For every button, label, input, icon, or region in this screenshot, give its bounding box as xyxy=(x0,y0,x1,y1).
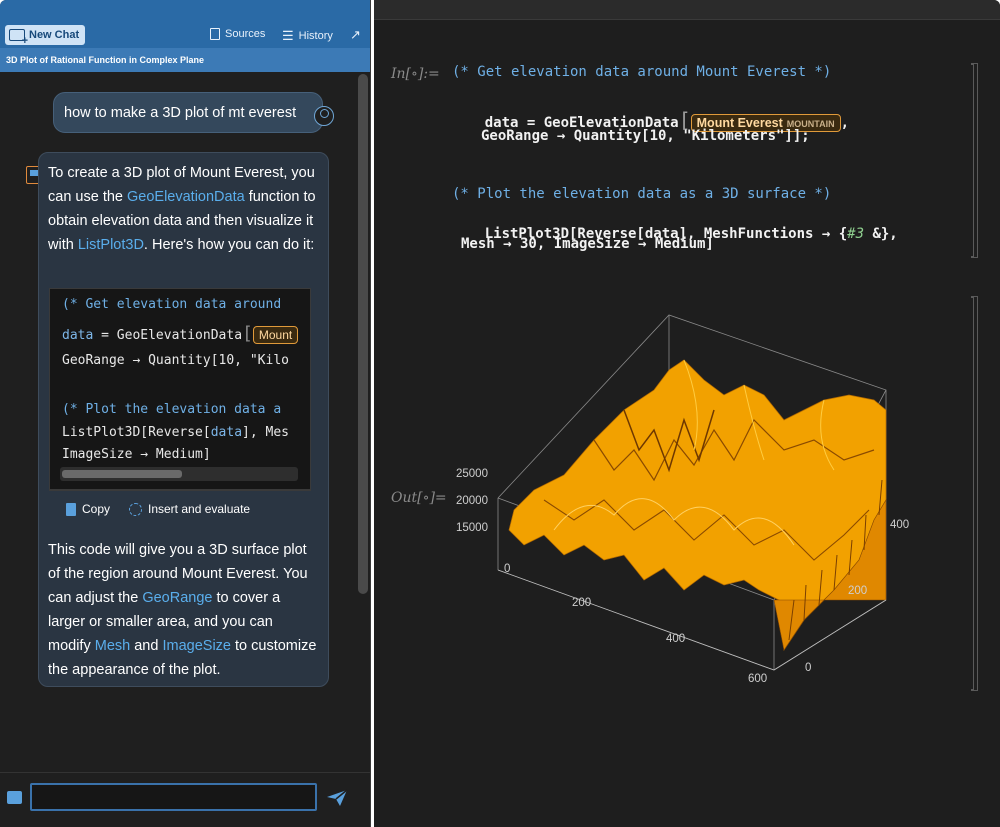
code-text: ListPlot3D[Reverse[ xyxy=(62,425,211,440)
code-horizontal-scrollbar[interactable] xyxy=(60,467,298,481)
code-block: (* Get elevation data around data = GeoE… xyxy=(49,288,311,490)
code-text: &}, xyxy=(864,226,898,242)
elevation-surface xyxy=(508,359,887,652)
new-chat-button[interactable]: New Chat xyxy=(5,25,85,47)
input-label: In[∘]:= xyxy=(391,66,440,82)
code-line: (* Plot the elevation data a xyxy=(62,402,282,417)
gear-icon xyxy=(129,502,142,516)
text: . Here's how you can do it: xyxy=(143,237,315,253)
z-tick-25000: 25000 xyxy=(456,468,488,480)
code-line: ListPlot3D[Reverse[data], Mes xyxy=(62,425,289,440)
code-comment-2[interactable]: (* Plot the elevation data as a 3D surfa… xyxy=(452,186,831,202)
link-listplot3d[interactable]: ListPlot3D xyxy=(78,237,144,253)
y-tick-400: 400 xyxy=(890,519,909,531)
sources-icon xyxy=(210,28,220,40)
notebook-top-bar xyxy=(374,0,1000,20)
link-mesh[interactable]: Mesh xyxy=(95,638,130,654)
sources-button[interactable]: Sources xyxy=(210,28,265,40)
z-tick-20000: 20000 xyxy=(456,495,488,507)
user-message: how to make a 3D plot of mt everest xyxy=(53,92,323,133)
sources-label: Sources xyxy=(225,28,266,40)
cell-bracket-inner xyxy=(971,64,974,257)
history-button[interactable]: ☰ History xyxy=(282,28,333,44)
copy-label: Copy xyxy=(82,502,111,516)
assistant-paragraph-2: This code will give you a 3D surface plo… xyxy=(48,538,318,682)
link-geoelevationdata[interactable]: GeoElevationData xyxy=(127,189,245,205)
code-line: ImageSize → Medium] xyxy=(62,447,211,462)
text: and xyxy=(130,638,163,654)
code-line-3[interactable]: GeoRange → Quantity[10, "Kilometers"]]; xyxy=(481,128,810,144)
z-tick-15000: 15000 xyxy=(456,522,488,534)
assistant-paragraph-1: To create a 3D plot of Mount Everest, yo… xyxy=(48,161,318,257)
popout-icon: ↗ xyxy=(350,27,361,42)
link-georange[interactable]: GeoRange xyxy=(142,590,212,606)
code-text: ], Mes xyxy=(242,425,289,440)
x-tick-600: 600 xyxy=(748,673,767,685)
cell-bracket-output[interactable] xyxy=(971,296,978,691)
code-var: data xyxy=(62,328,94,343)
new-chat-label: New Chat xyxy=(29,29,80,41)
code-line: data = GeoElevationData[Mount xyxy=(62,323,299,344)
code-var: data xyxy=(210,425,243,440)
cell-bracket-inner xyxy=(971,297,974,690)
code-line: (* Get elevation data around xyxy=(62,297,282,312)
chat-input[interactable] xyxy=(30,783,317,811)
entity-box[interactable]: Mount xyxy=(252,326,299,344)
code-actions: Copy Insert and evaluate xyxy=(49,490,311,526)
chat-scrollbar[interactable] xyxy=(358,74,368,594)
assistant-toolbar: New Chat Sources ☰ History ↗ xyxy=(0,0,370,48)
clipboard-icon xyxy=(66,502,76,516)
link-imagesize[interactable]: ImageSize xyxy=(162,638,231,654)
code-text: , xyxy=(840,115,850,131)
code-slot: #3 xyxy=(847,226,865,242)
code-line: GeoRange → Quantity[10, "Kilo xyxy=(62,353,289,368)
assistant-message: To create a 3D plot of Mount Everest, yo… xyxy=(38,152,329,687)
code-text: = GeoElevationData xyxy=(93,328,243,343)
insert-evaluate-button[interactable]: Insert and evaluate xyxy=(129,502,250,516)
3d-surface-plot[interactable]: 25000 20000 15000 0 200 400 600 0 200 40… xyxy=(454,300,964,700)
copy-button[interactable]: Copy xyxy=(66,502,110,516)
x-tick-200: 200 xyxy=(572,597,591,609)
x-tick-0: 0 xyxy=(504,563,510,575)
y-tick-0: 0 xyxy=(805,662,811,674)
y-tick-200: 200 xyxy=(848,585,867,597)
insert-label: Insert and evaluate xyxy=(148,502,251,516)
new-chat-icon xyxy=(9,29,28,47)
x-tick-400: 400 xyxy=(666,633,685,645)
chat-area: how to make a 3D plot of mt everest To c… xyxy=(0,72,370,772)
notebook: In[∘]:= (* Get elevation data around Mou… xyxy=(374,0,1000,827)
input-bar xyxy=(0,772,370,827)
code-comment-1[interactable]: (* Get elevation data around Mount Evere… xyxy=(452,64,831,80)
send-icon[interactable] xyxy=(326,789,348,807)
popout-button[interactable]: ↗ xyxy=(350,27,361,43)
code-line-6[interactable]: Mesh → 30, ImageSize → Medium] xyxy=(461,236,714,252)
scroll-thumb[interactable] xyxy=(62,470,182,478)
user-avatar-icon xyxy=(314,106,334,126)
history-label: History xyxy=(298,30,333,42)
cell-bracket-input[interactable] xyxy=(971,63,978,258)
conversation-title: 3D Plot of Rational Function in Complex … xyxy=(0,48,370,72)
assistant-panel: New Chat Sources ☰ History ↗ 3D Plot of … xyxy=(0,0,371,827)
history-icon: ☰ xyxy=(282,28,294,43)
chat-icon xyxy=(7,791,22,804)
output-label: Out[∘]= xyxy=(391,490,447,506)
